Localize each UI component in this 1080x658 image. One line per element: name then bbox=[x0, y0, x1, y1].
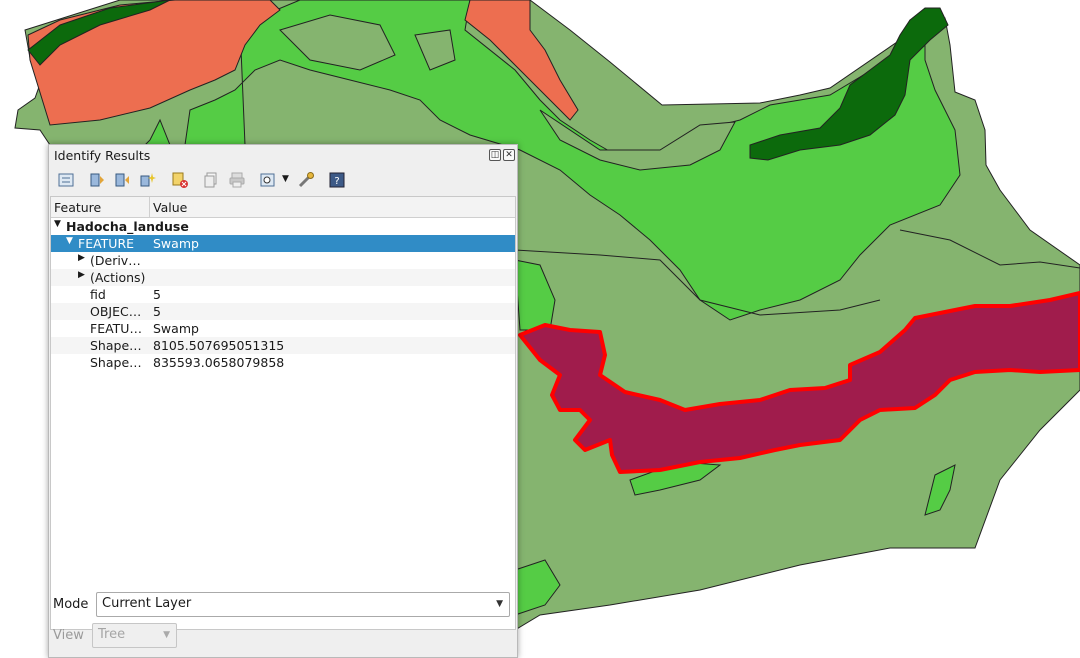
panel-title: Identify Results bbox=[54, 148, 151, 163]
attribute-name: Shape… bbox=[90, 338, 142, 353]
view-select[interactable]: Tree ▼ bbox=[92, 623, 177, 648]
svg-text:?: ? bbox=[334, 176, 339, 187]
attribute-row[interactable]: Shape… 8105.507695051315 bbox=[51, 337, 515, 354]
attribute-value: Swamp bbox=[153, 321, 199, 336]
tree-row-feature[interactable]: ▼ FEATURE Swamp bbox=[51, 235, 515, 252]
column-header-value[interactable]: Value bbox=[153, 200, 187, 215]
attribute-row[interactable]: OBJEC… 5 bbox=[51, 303, 515, 320]
collapse-all-icon[interactable] bbox=[114, 171, 132, 189]
collapse-arrow-icon[interactable]: ▼ bbox=[66, 236, 73, 246]
expand-new-icon[interactable] bbox=[139, 171, 157, 189]
mode-label: Mode bbox=[53, 597, 89, 612]
panel-titlebar[interactable]: Identify Results ◫ ✕ bbox=[49, 145, 517, 165]
attribute-name: OBJEC… bbox=[90, 304, 142, 319]
identify-toolbar: ▼ ? bbox=[49, 167, 517, 193]
mode-select-value: Current Layer bbox=[102, 596, 192, 611]
feature-value: Swamp bbox=[153, 236, 199, 251]
layer-name: Hadocha_landuse bbox=[66, 219, 189, 234]
help-icon[interactable]: ? bbox=[328, 171, 346, 189]
column-header-feature[interactable]: Feature bbox=[54, 200, 101, 215]
chevron-down-icon[interactable]: ▼ bbox=[282, 174, 289, 184]
attribute-row[interactable]: FEATU… Swamp bbox=[51, 320, 515, 337]
tree-row-layer[interactable]: ▼ Hadocha_landuse bbox=[51, 218, 515, 235]
actions-label: (Actions) bbox=[90, 270, 146, 285]
attribute-name: fid bbox=[90, 287, 106, 302]
select-mode-icon[interactable] bbox=[259, 171, 277, 189]
attribute-value: 5 bbox=[153, 287, 161, 302]
attribute-name: Shape… bbox=[90, 355, 142, 370]
tree-header: Feature Value bbox=[51, 197, 515, 218]
collapse-arrow-icon[interactable]: ▼ bbox=[54, 219, 61, 229]
tree-row-actions[interactable]: ▶ (Actions) bbox=[51, 269, 515, 286]
attribute-name: FEATU… bbox=[90, 321, 142, 336]
chevron-down-icon[interactable]: ▼ bbox=[496, 599, 503, 609]
chevron-down-icon[interactable]: ▼ bbox=[163, 630, 170, 640]
attribute-value: 5 bbox=[153, 304, 161, 319]
close-panel-icon[interactable]: ✕ bbox=[503, 149, 515, 161]
print-icon[interactable] bbox=[228, 171, 246, 189]
derived-label: (Deriv… bbox=[90, 253, 141, 268]
expand-arrow-icon[interactable]: ▶ bbox=[78, 253, 85, 263]
attribute-value: 835593.0658079858 bbox=[153, 355, 285, 370]
attribute-row[interactable]: fid 5 bbox=[51, 286, 515, 303]
view-label: View bbox=[53, 628, 84, 643]
attribute-value: 8105.507695051315 bbox=[153, 338, 285, 353]
clear-results-icon[interactable] bbox=[171, 171, 189, 189]
tree-row-derived[interactable]: ▶ (Deriv… bbox=[51, 252, 515, 269]
feature-label: FEATURE bbox=[78, 236, 135, 251]
view-select-value: Tree bbox=[98, 627, 126, 642]
mode-select[interactable]: Current Layer ▼ bbox=[96, 592, 510, 617]
expand-tree-icon[interactable] bbox=[57, 171, 75, 189]
float-panel-icon[interactable]: ◫ bbox=[489, 149, 501, 161]
expand-arrow-icon[interactable]: ▶ bbox=[78, 270, 85, 280]
identify-results-panel[interactable]: Identify Results ◫ ✕ ▼ ? Feature Value ▼… bbox=[48, 144, 518, 658]
copy-feature-icon[interactable] bbox=[202, 171, 220, 189]
settings-icon[interactable] bbox=[297, 171, 315, 189]
attribute-row[interactable]: Shape… 835593.0658079858 bbox=[51, 354, 515, 371]
results-tree[interactable]: Feature Value ▼ Hadocha_landuse ▼ FEATUR… bbox=[50, 196, 516, 630]
expand-all-icon[interactable] bbox=[89, 171, 107, 189]
